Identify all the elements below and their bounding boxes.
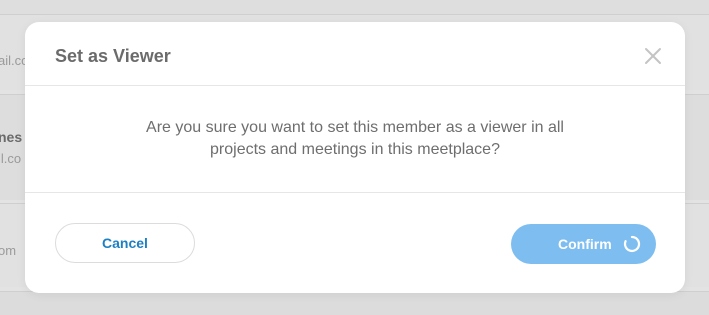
cancel-button[interactable]: Cancel [55,223,195,263]
dialog-body: Are you sure you want to set this member… [25,86,685,193]
list-row [0,0,709,14]
dialog-header: Set as Viewer [25,22,685,86]
member-name-fragment: nes [0,129,23,145]
confirmation-message: Are you sure you want to set this member… [146,119,564,158]
close-button[interactable] [642,45,664,67]
set-viewer-dialog: Set as Viewer Are you sure you want to s… [25,22,685,293]
member-email-fragment: om [0,243,17,258]
confirm-button-label: Confirm [558,236,612,252]
loading-spinner-icon [623,235,641,253]
close-icon [645,48,661,64]
dialog-footer: Cancel Confirm [25,193,685,293]
dialog-title: Set as Viewer [55,46,171,66]
member-email-fragment: il.co [0,151,22,166]
confirm-button[interactable]: Confirm [511,224,656,264]
list-row [0,291,709,315]
